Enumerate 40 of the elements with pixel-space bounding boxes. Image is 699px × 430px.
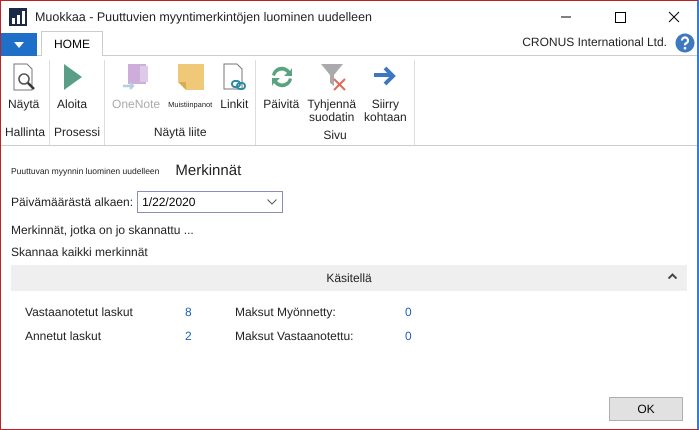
page-caption: Puuttuvan myynnin luominen uudelleen xyxy=(11,164,160,178)
sticky-note-icon xyxy=(176,62,204,92)
ribbon-button[interactable]: Näytä xyxy=(5,60,42,123)
field-value: 2 xyxy=(185,328,193,344)
ok-button[interactable]: OK xyxy=(609,397,683,421)
field-label: Maksut Myönnetty: xyxy=(235,304,337,320)
ribbon-group-label: Prosessi xyxy=(54,124,100,141)
action-link[interactable]: Skannaa kaikki merkinnät xyxy=(11,242,687,260)
ribbon-button[interactable]: Tyhjennä suodatin xyxy=(304,60,360,126)
company-name: CRONUS International Ltd. xyxy=(522,34,667,51)
field-value: 0 xyxy=(405,328,413,344)
ribbon-button[interactable]: Linkit xyxy=(217,60,252,123)
caret-icon xyxy=(14,42,24,48)
field-value: 8 xyxy=(185,304,193,320)
app-icon xyxy=(9,8,27,26)
maximize-icon xyxy=(613,10,627,24)
chevron-up-icon xyxy=(668,272,677,278)
window-title: Muokkaa - Puuttuvien myyntimerkintöjen luominen uudelleen xyxy=(35,8,373,26)
field-label: Annetut laskut xyxy=(25,328,102,344)
ribbon-group-label: Hallinta xyxy=(5,124,46,141)
onenote-icon xyxy=(122,62,150,92)
section-header[interactable]: Käsitellä xyxy=(11,264,687,290)
help-icon xyxy=(675,33,695,53)
ribbon-button[interactable]: Päivitä xyxy=(260,60,302,126)
menu-button[interactable] xyxy=(1,33,37,56)
page-title: Merkinnät xyxy=(175,161,242,181)
date-field[interactable]: 1/22/2020 xyxy=(137,190,284,212)
ribbon-tab[interactable]: HOME xyxy=(41,31,103,56)
ribbon-group-label: Sivu xyxy=(322,127,348,144)
action-link[interactable]: Merkinnät, jotka on jo skannattu ... xyxy=(11,220,687,238)
ribbon-button[interactable]: Siirry kohtaan xyxy=(361,60,410,126)
close-icon xyxy=(667,10,681,24)
field-label: Vastaanotetut laskut xyxy=(25,304,134,320)
chevron-down-icon xyxy=(267,198,278,204)
ribbon-button[interactable]: Aloita xyxy=(54,60,90,123)
field-label: Maksut Vastaanotettu: xyxy=(235,328,355,344)
section-title: Käsitellä xyxy=(326,270,372,286)
ribbon-group-label: Näytä liite xyxy=(152,124,208,141)
field-value: 0 xyxy=(405,304,413,320)
date-label: Päivämäärästä alkaen: xyxy=(11,194,134,210)
